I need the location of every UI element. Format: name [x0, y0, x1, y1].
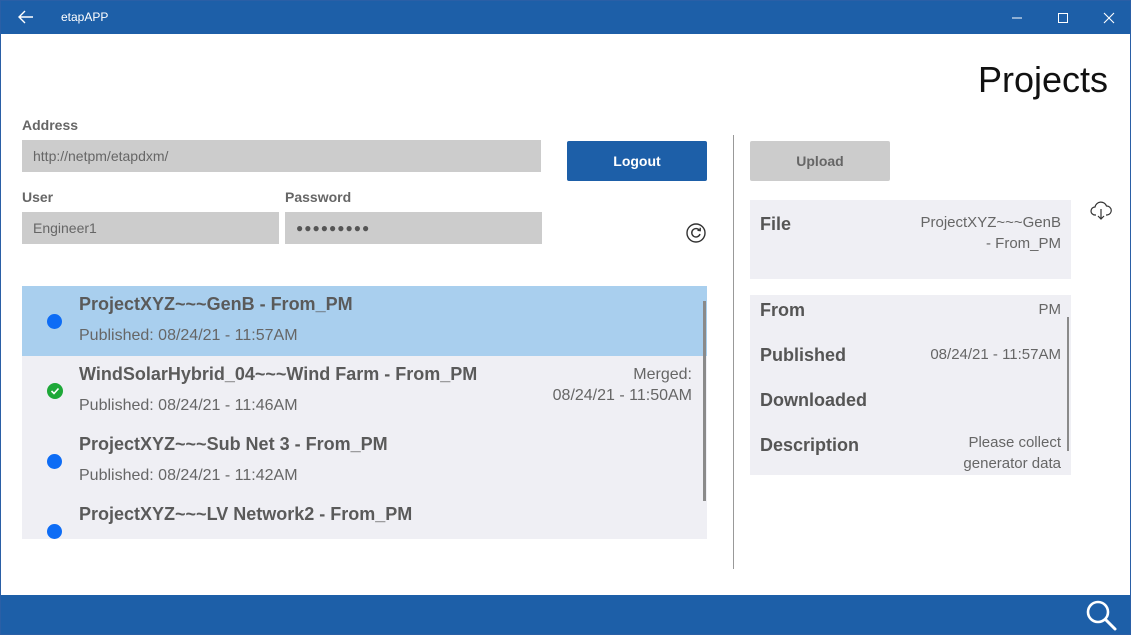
- search-icon[interactable]: [1084, 598, 1118, 632]
- bottom-app-bar: [1, 595, 1130, 634]
- status-new-icon: [47, 524, 62, 539]
- status-merged-icon: [47, 383, 63, 399]
- details-card: From PM Published 08/24/21 - 11:57AM Dow…: [750, 295, 1071, 475]
- downloaded-label: Downloaded: [760, 390, 867, 410]
- project-name: ProjectXYZ~~~GenB - From_PM: [79, 294, 353, 314]
- close-icon[interactable]: [1086, 1, 1130, 34]
- cloud-download-icon[interactable]: [1089, 199, 1113, 223]
- list-scrollbar[interactable]: [703, 301, 706, 501]
- status-new-icon: [47, 314, 62, 329]
- details-scrollbar[interactable]: [1067, 317, 1069, 451]
- title-bar: etapAPP: [1, 1, 1130, 34]
- status-new-icon: [47, 454, 62, 469]
- project-name: WindSolarHybrid_04~~~Wind Farm - From_PM: [79, 364, 478, 384]
- published-value: 08/24/21 - 11:57AM: [930, 346, 1061, 363]
- panel-divider: [733, 135, 734, 569]
- description-label: Description: [760, 435, 860, 455]
- app-title: etapAPP: [61, 10, 109, 24]
- user-field[interactable]: Engineer1: [22, 212, 279, 244]
- merged-info: Merged: 08/24/21 - 11:50AM: [553, 364, 692, 406]
- file-value-line: ProjectXYZ~~~GenB: [920, 214, 1062, 231]
- description-value: Please collect generator data: [963, 432, 1061, 474]
- project-published: Published: 08/24/21 - 11:57AM: [79, 327, 298, 344]
- password-label: Password: [285, 189, 352, 205]
- file-label: File: [760, 214, 792, 234]
- from-value: PM: [1038, 301, 1062, 318]
- file-value: ProjectXYZ~~~GenB - From_PM: [921, 212, 1062, 254]
- user-label: User: [22, 189, 54, 205]
- minimize-icon[interactable]: [994, 1, 1040, 34]
- merged-label: Merged:: [633, 366, 692, 383]
- list-item[interactable]: ProjectXYZ~~~GenB - From_PM Published: 0…: [22, 286, 707, 356]
- refresh-icon[interactable]: [685, 222, 707, 244]
- project-published: Published: 08/24/21 - 11:46AM: [79, 397, 298, 414]
- from-label: From: [760, 300, 805, 320]
- merged-date: 08/24/21 - 11:50AM: [552, 387, 692, 404]
- upload-button[interactable]: Upload: [750, 141, 890, 181]
- back-arrow-icon[interactable]: [11, 6, 41, 28]
- app-window: etapAPP Projects Address http://netpm/et…: [0, 0, 1131, 635]
- address-label: Address: [22, 117, 79, 133]
- file-value-line: - From_PM: [986, 235, 1061, 252]
- list-item[interactable]: ProjectXYZ~~~Sub Net 3 - From_PM Publish…: [22, 426, 707, 496]
- file-card: File ProjectXYZ~~~GenB - From_PM: [750, 200, 1071, 279]
- maximize-icon[interactable]: [1040, 1, 1086, 34]
- address-field[interactable]: http://netpm/etapdxm/: [22, 140, 541, 172]
- list-item[interactable]: WindSolarHybrid_04~~~Wind Farm - From_PM…: [22, 356, 707, 426]
- password-field[interactable]: ●●●●●●●●●: [285, 212, 542, 244]
- project-list[interactable]: ProjectXYZ~~~GenB - From_PM Published: 0…: [22, 286, 707, 539]
- project-published: Published: 08/24/21 - 11:42AM: [79, 467, 298, 484]
- project-name: ProjectXYZ~~~LV Network2 - From_PM: [79, 504, 413, 524]
- description-value-line: Please collect: [968, 434, 1061, 451]
- published-label: Published: [760, 345, 847, 365]
- list-item[interactable]: ProjectXYZ~~~LV Network2 - From_PM: [22, 496, 707, 539]
- description-value-line: generator data: [963, 455, 1061, 472]
- project-name: ProjectXYZ~~~Sub Net 3 - From_PM: [79, 434, 388, 454]
- page-title: Projects: [977, 59, 1108, 100]
- logout-button[interactable]: Logout: [567, 141, 707, 181]
